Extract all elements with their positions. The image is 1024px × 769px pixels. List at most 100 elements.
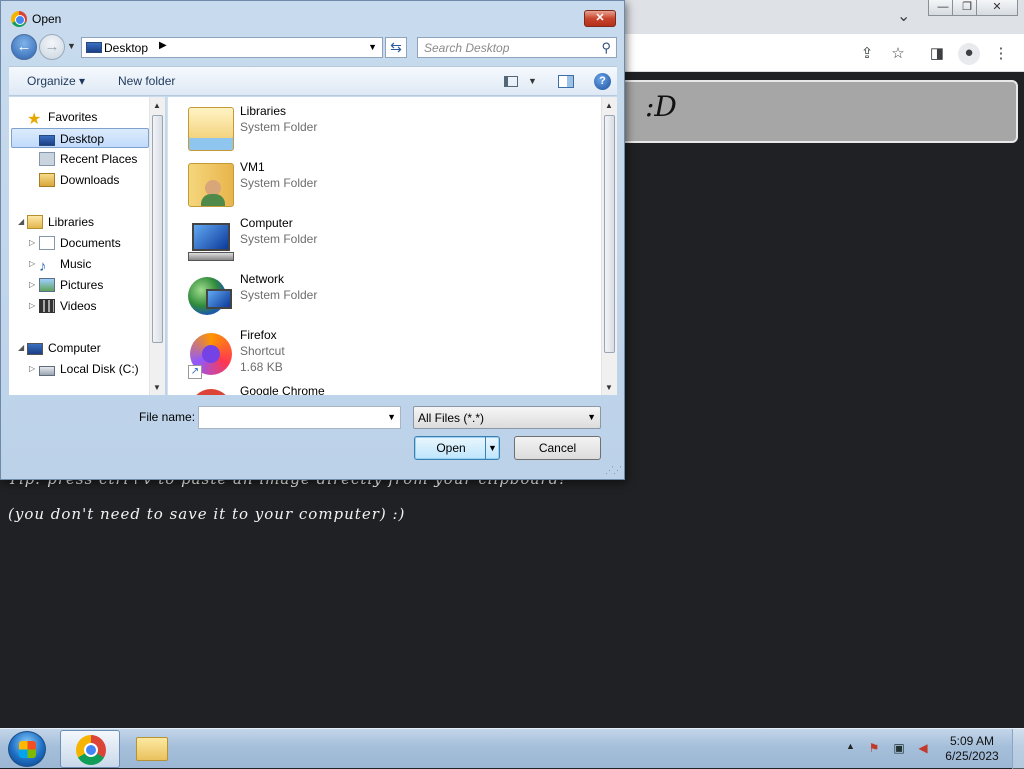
- change-view-icon[interactable]: [504, 76, 518, 87]
- recent-places-icon: [39, 152, 55, 166]
- file-item-computer[interactable]: Computer System Folder: [186, 215, 586, 267]
- address-bar[interactable]: Desktop ▶ ▼: [81, 37, 383, 58]
- forward-button[interactable]: →: [39, 34, 65, 60]
- sidebar-icon[interactable]: ◨: [927, 44, 947, 64]
- taskbar-chrome-button[interactable]: [60, 730, 120, 768]
- open-button[interactable]: Open ▼: [414, 436, 500, 460]
- action-center-icon[interactable]: ⚑: [866, 740, 882, 756]
- file-item-vm1[interactable]: VM1 System Folder: [186, 159, 586, 211]
- scrollbar-thumb[interactable]: [604, 115, 615, 353]
- search-input[interactable]: [418, 38, 596, 57]
- nav-libraries[interactable]: Libraries: [23, 212, 98, 232]
- nav-label: Videos: [60, 299, 97, 313]
- preview-pane-icon[interactable]: [558, 75, 574, 88]
- clock-time: 5:09 AM: [949, 734, 995, 748]
- open-options-dropdown-icon[interactable]: ▼: [485, 437, 499, 459]
- refresh-button[interactable]: ⇆: [385, 37, 407, 58]
- file-name-combobox: ▼: [198, 406, 401, 429]
- file-item-network[interactable]: Network System Folder: [186, 271, 586, 323]
- menu-icon[interactable]: ⋮: [991, 44, 1011, 64]
- scrollbar-thumb[interactable]: [152, 115, 163, 343]
- nav-favorites[interactable]: ★ Favorites: [23, 107, 101, 128]
- nav-label: Computer: [48, 341, 101, 355]
- nav-label: Pictures: [60, 278, 104, 292]
- view-options-dropdown[interactable]: ▼: [528, 76, 537, 86]
- file-type: Shortcut: [240, 344, 285, 358]
- address-dropdown-icon[interactable]: ▼: [368, 42, 377, 52]
- file-name-dropdown-icon[interactable]: ▼: [387, 412, 396, 422]
- search-icon[interactable]: ⚲: [601, 40, 611, 56]
- system-clock[interactable]: 5:09 AM 6/25/2023: [940, 734, 1004, 764]
- network-tray-icon[interactable]: ▣: [891, 740, 907, 756]
- file-name: VM1: [240, 160, 265, 174]
- nav-music[interactable]: ♪ Music: [35, 254, 95, 274]
- scroll-up-icon[interactable]: ▲: [153, 101, 161, 110]
- nav-label: Libraries: [48, 215, 95, 229]
- back-button[interactable]: ←: [11, 34, 37, 60]
- recent-locations-dropdown[interactable]: ▼: [67, 41, 76, 51]
- nav-label: Music: [60, 257, 92, 271]
- nav-label: Documents: [60, 236, 121, 250]
- nav-label: Desktop: [60, 132, 105, 146]
- browser-close-button[interactable]: ✕: [976, 0, 1018, 16]
- cancel-button[interactable]: Cancel: [514, 436, 601, 460]
- keyboard-icon: [188, 252, 234, 261]
- nav-pictures[interactable]: Pictures: [35, 275, 107, 295]
- file-name: Network: [240, 272, 285, 286]
- address-location[interactable]: Desktop: [104, 41, 148, 55]
- file-list-scrollbar[interactable]: ▲ ▼: [601, 97, 617, 395]
- start-button[interactable]: [8, 731, 46, 767]
- resize-grip-icon[interactable]: ⋰⋰: [605, 465, 622, 476]
- taskbar-explorer-button[interactable]: [122, 730, 182, 768]
- nav-pane-scrollbar[interactable]: ▲ ▼: [149, 97, 165, 395]
- nav-label: Recent Places: [60, 152, 138, 166]
- dialog-close-button[interactable]: ✕: [584, 10, 616, 27]
- videos-icon: [39, 299, 55, 313]
- file-item-firefox[interactable]: ↗ Firefox Shortcut 1.68 KB: [186, 327, 586, 379]
- monitor-icon: [206, 289, 232, 309]
- computer-icon: [27, 343, 43, 355]
- chrome-icon: [11, 11, 27, 27]
- show-hidden-icons-icon[interactable]: ▲: [846, 741, 855, 751]
- nav-videos[interactable]: Videos: [35, 296, 100, 316]
- canvas-doodle: :D: [645, 90, 677, 123]
- star-icon[interactable]: ☆: [888, 44, 908, 64]
- file-name: Google Chrome: [240, 384, 325, 395]
- profile-icon[interactable]: ●: [958, 43, 980, 65]
- nav-recent-places[interactable]: Recent Places: [35, 149, 141, 169]
- nav-documents[interactable]: Documents: [35, 233, 125, 253]
- tab-search-chevron-icon[interactable]: ⌄: [897, 6, 910, 26]
- scroll-down-icon[interactable]: ▼: [153, 383, 161, 392]
- file-type: System Folder: [240, 176, 318, 190]
- command-bar: Organize ▾ New folder ▼ ?: [9, 66, 617, 96]
- windows-logo-icon: [19, 741, 36, 758]
- file-name-input[interactable]: [199, 407, 379, 428]
- help-icon[interactable]: ?: [594, 73, 611, 90]
- new-folder-button[interactable]: New folder: [118, 74, 175, 88]
- nav-downloads[interactable]: Downloads: [35, 170, 123, 190]
- volume-muted-icon[interactable]: ◀: [915, 740, 931, 756]
- file-item-google-chrome[interactable]: Google Chrome: [186, 383, 586, 395]
- chrome-icon: [76, 735, 106, 765]
- nav-computer[interactable]: Computer: [23, 338, 105, 358]
- nav-label: Local Disk (C:): [60, 362, 139, 376]
- file-item-libraries[interactable]: Libraries System Folder: [186, 103, 586, 155]
- star-icon: ★: [27, 111, 42, 128]
- scroll-up-icon[interactable]: ▲: [605, 101, 613, 110]
- nav-desktop[interactable]: Desktop: [11, 128, 149, 148]
- back-arrow-icon: ←: [16, 38, 32, 55]
- file-type-select[interactable]: All Files (*.*) ▼: [413, 406, 601, 429]
- monitor-icon: [192, 223, 230, 251]
- organize-button[interactable]: Organize ▾: [27, 74, 85, 88]
- file-type: System Folder: [240, 288, 318, 302]
- scroll-down-icon[interactable]: ▼: [605, 383, 613, 392]
- file-name-label: File name:: [139, 410, 196, 424]
- address-separator-icon[interactable]: ▶: [159, 40, 167, 51]
- share-icon[interactable]: ⇪: [857, 44, 877, 64]
- nav-local-disk[interactable]: Local Disk (C:): [35, 359, 143, 379]
- show-desktop-button[interactable]: [1012, 729, 1024, 769]
- file-size: 1.68 KB: [240, 360, 283, 374]
- file-type-value: All Files (*.*): [418, 411, 485, 425]
- libraries-icon: [27, 215, 43, 229]
- nav-label: Favorites: [48, 110, 98, 124]
